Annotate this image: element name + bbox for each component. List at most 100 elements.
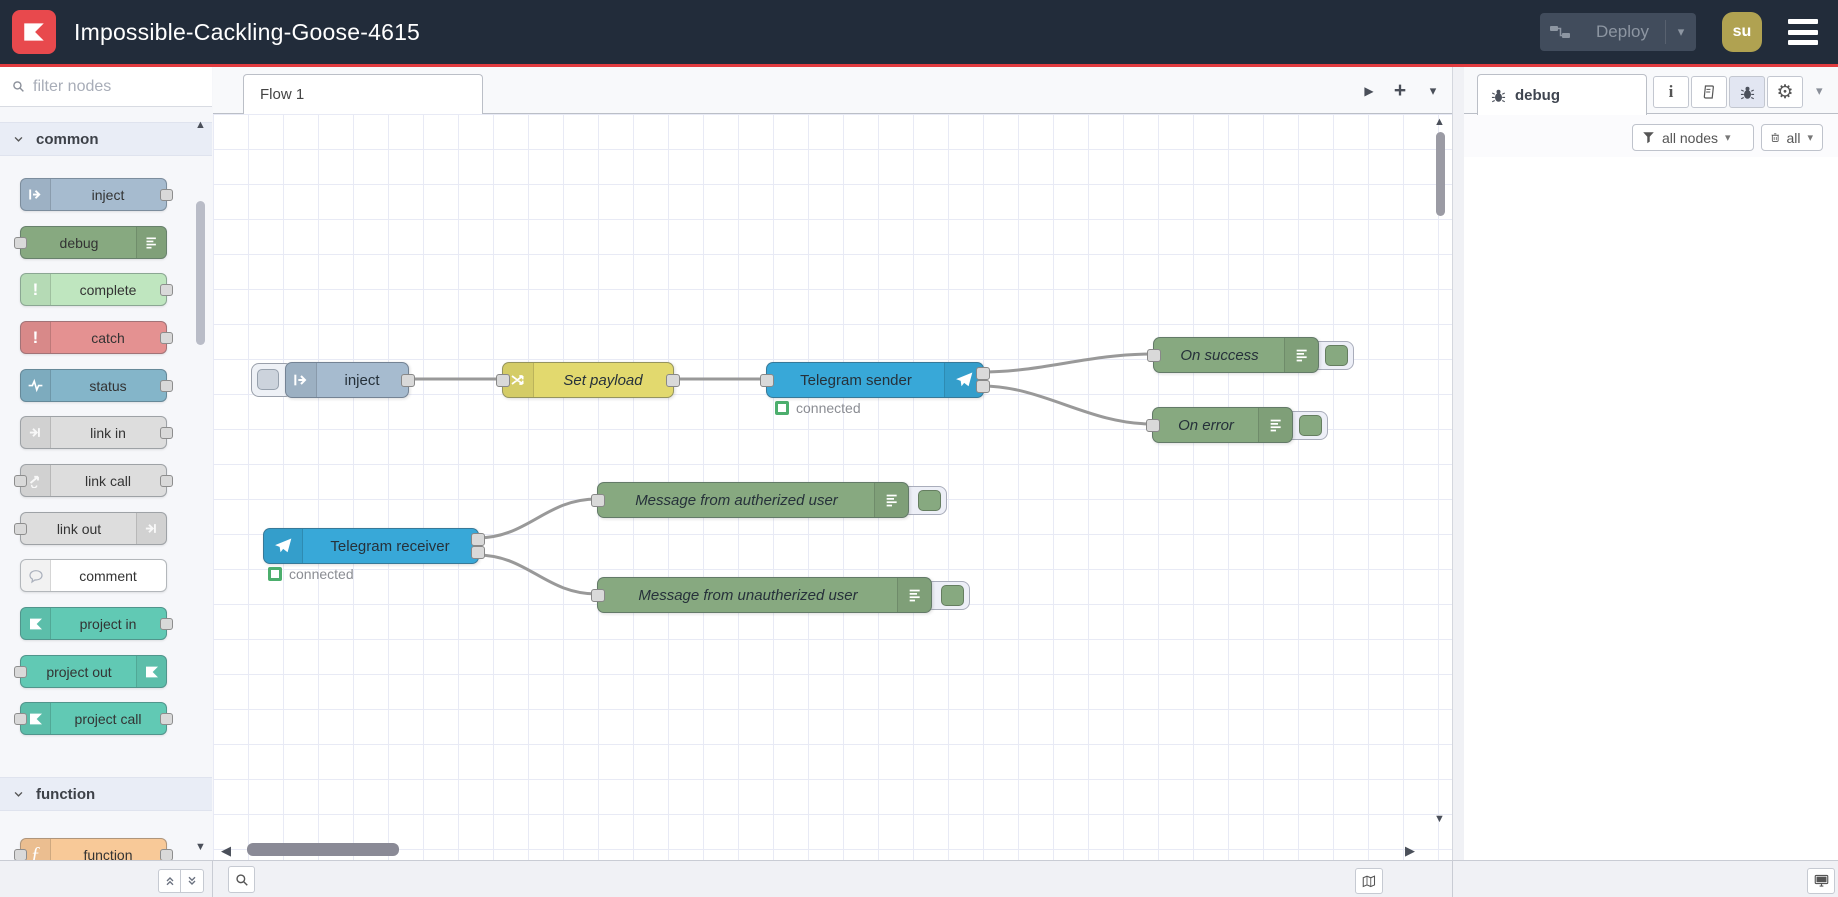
input-port[interactable]	[14, 665, 27, 678]
palette-category-label: function	[36, 785, 96, 803]
palette-node-link-in[interactable]: link in	[20, 416, 173, 449]
palette-node-label: comment	[79, 567, 137, 584]
input-port[interactable]	[14, 236, 27, 249]
flow-list-caret-icon[interactable]: ▾	[1420, 79, 1446, 103]
debug-filter-button[interactable]: all nodes ▾	[1632, 124, 1754, 151]
status-text: connected	[289, 566, 354, 582]
output-port[interactable]	[401, 374, 415, 387]
deploy-options-caret-icon[interactable]: ▾	[1666, 24, 1696, 40]
gear-icon: ⚙	[1776, 81, 1794, 103]
debug-message-list[interactable]	[1464, 157, 1838, 860]
sidebar-info-button[interactable]: i	[1653, 76, 1689, 108]
palette-node-project-out[interactable]: project out	[14, 655, 167, 688]
output-port[interactable]	[160, 283, 173, 296]
palette-node-project-in[interactable]: project in	[20, 607, 173, 640]
palette-node-inject[interactable]: inject	[20, 178, 173, 211]
canvas-scroll-down-icon[interactable]: ▼	[1434, 814, 1445, 825]
input-port[interactable]	[14, 522, 27, 535]
double-chevron-up-icon	[166, 877, 174, 886]
exclamation-icon: !	[21, 274, 51, 305]
node-set-payload[interactable]: Set payload	[496, 362, 680, 398]
input-port[interactable]	[496, 374, 510, 387]
sidebar-tab-debug[interactable]: debug	[1477, 74, 1647, 115]
palette-scroll-down-icon[interactable]: ▼	[195, 842, 206, 853]
output-port[interactable]	[160, 617, 173, 630]
output-port-success[interactable]	[976, 367, 990, 380]
node-message-authorized[interactable]: Message from autherized user	[591, 482, 909, 518]
debug-bars-icon	[874, 483, 908, 517]
palette-node-label: complete	[79, 281, 137, 298]
flow-canvas[interactable]: inject Set payload Telegram sender conne…	[213, 114, 1452, 860]
deploy-icon	[1540, 24, 1580, 40]
node-telegram-receiver[interactable]: Telegram receiver	[263, 528, 485, 564]
palette-node-complete[interactable]: ! complete	[20, 273, 173, 306]
output-port[interactable]	[666, 374, 680, 387]
output-port[interactable]	[160, 474, 173, 487]
input-port[interactable]	[591, 589, 605, 602]
sidebar-help-button[interactable]	[1691, 76, 1727, 108]
palette-expand-all-button[interactable]	[180, 869, 204, 893]
user-avatar[interactable]: su	[1722, 12, 1762, 52]
node-message-unauthorized[interactable]: Message from unautherized user	[591, 577, 932, 613]
output-port[interactable]	[160, 188, 173, 201]
output-port[interactable]	[160, 331, 173, 344]
palette-search-input[interactable]: filter nodes	[0, 67, 212, 107]
palette-node-link-call[interactable]: link call	[14, 464, 173, 497]
output-port-error[interactable]	[976, 380, 990, 393]
palette-node-label: status	[89, 377, 127, 394]
node-label: Message from autherized user	[635, 491, 838, 509]
palette-scrollbar-thumb[interactable]	[196, 201, 205, 345]
navigator-button[interactable]	[1355, 868, 1383, 894]
add-flow-button[interactable]: +	[1387, 79, 1413, 103]
palette-category-function[interactable]: function	[0, 777, 212, 811]
node-inject[interactable]: inject	[285, 362, 415, 398]
wire[interactable]	[476, 553, 598, 596]
inject-arrow-icon	[286, 363, 317, 397]
output-port[interactable]	[160, 848, 173, 861]
canvas-scroll-up-icon[interactable]: ▲	[1434, 117, 1445, 128]
sidebar-menu-caret-icon[interactable]: ▾	[1816, 83, 1823, 99]
input-port[interactable]	[591, 494, 605, 507]
palette-scroll-up-icon[interactable]: ▲	[195, 120, 206, 131]
canvas-hscrollbar-thumb[interactable]	[247, 843, 399, 856]
sidebar-debug-button[interactable]	[1729, 76, 1765, 108]
output-port-unauthorized[interactable]	[471, 546, 485, 559]
tab-scroll-right-icon[interactable]: ▶	[1356, 79, 1382, 103]
pulse-icon	[21, 370, 51, 401]
debug-clear-button[interactable]: all ▾	[1761, 124, 1823, 151]
palette-node-status[interactable]: status	[20, 369, 173, 402]
node-telegram-sender[interactable]: Telegram sender	[760, 362, 990, 398]
double-chevron-down-icon	[188, 876, 196, 885]
input-port[interactable]	[1147, 349, 1161, 362]
input-port[interactable]	[14, 712, 27, 725]
input-port[interactable]	[1146, 419, 1160, 432]
wire[interactable]	[981, 384, 1153, 426]
input-port[interactable]	[760, 374, 774, 387]
palette-category-common[interactable]: common	[0, 122, 212, 156]
main-menu-icon[interactable]	[1788, 19, 1818, 45]
flow-tab[interactable]: Flow 1	[243, 74, 483, 114]
palette-node-catch[interactable]: ! catch	[20, 321, 173, 354]
node-on-error[interactable]: On error	[1146, 407, 1293, 443]
wire[interactable]	[476, 497, 598, 540]
palette-collapse-all-button[interactable]	[158, 869, 182, 893]
canvas-search-button[interactable]	[228, 866, 255, 893]
output-port[interactable]	[160, 426, 173, 439]
canvas-vscrollbar-thumb[interactable]	[1436, 132, 1445, 216]
wire[interactable]	[981, 352, 1154, 374]
node-on-success[interactable]: On success	[1147, 337, 1319, 373]
output-port-authorized[interactable]	[471, 533, 485, 546]
palette-node-project-call[interactable]: project call	[14, 702, 173, 735]
canvas-scroll-left-icon[interactable]: ◀	[221, 844, 231, 857]
sidebar-config-button[interactable]: ⚙	[1767, 76, 1803, 108]
deploy-button[interactable]: Deploy ▾	[1540, 13, 1696, 51]
canvas-scroll-right-icon[interactable]: ▶	[1405, 844, 1415, 857]
input-port[interactable]	[14, 474, 27, 487]
open-debug-window-button[interactable]	[1807, 868, 1835, 894]
output-port[interactable]	[160, 712, 173, 725]
input-port[interactable]	[14, 848, 27, 861]
palette-node-debug[interactable]: debug	[14, 226, 167, 259]
palette-node-comment[interactable]: comment	[20, 559, 167, 592]
output-port[interactable]	[160, 379, 173, 392]
palette-node-link-out[interactable]: link out	[14, 512, 167, 545]
